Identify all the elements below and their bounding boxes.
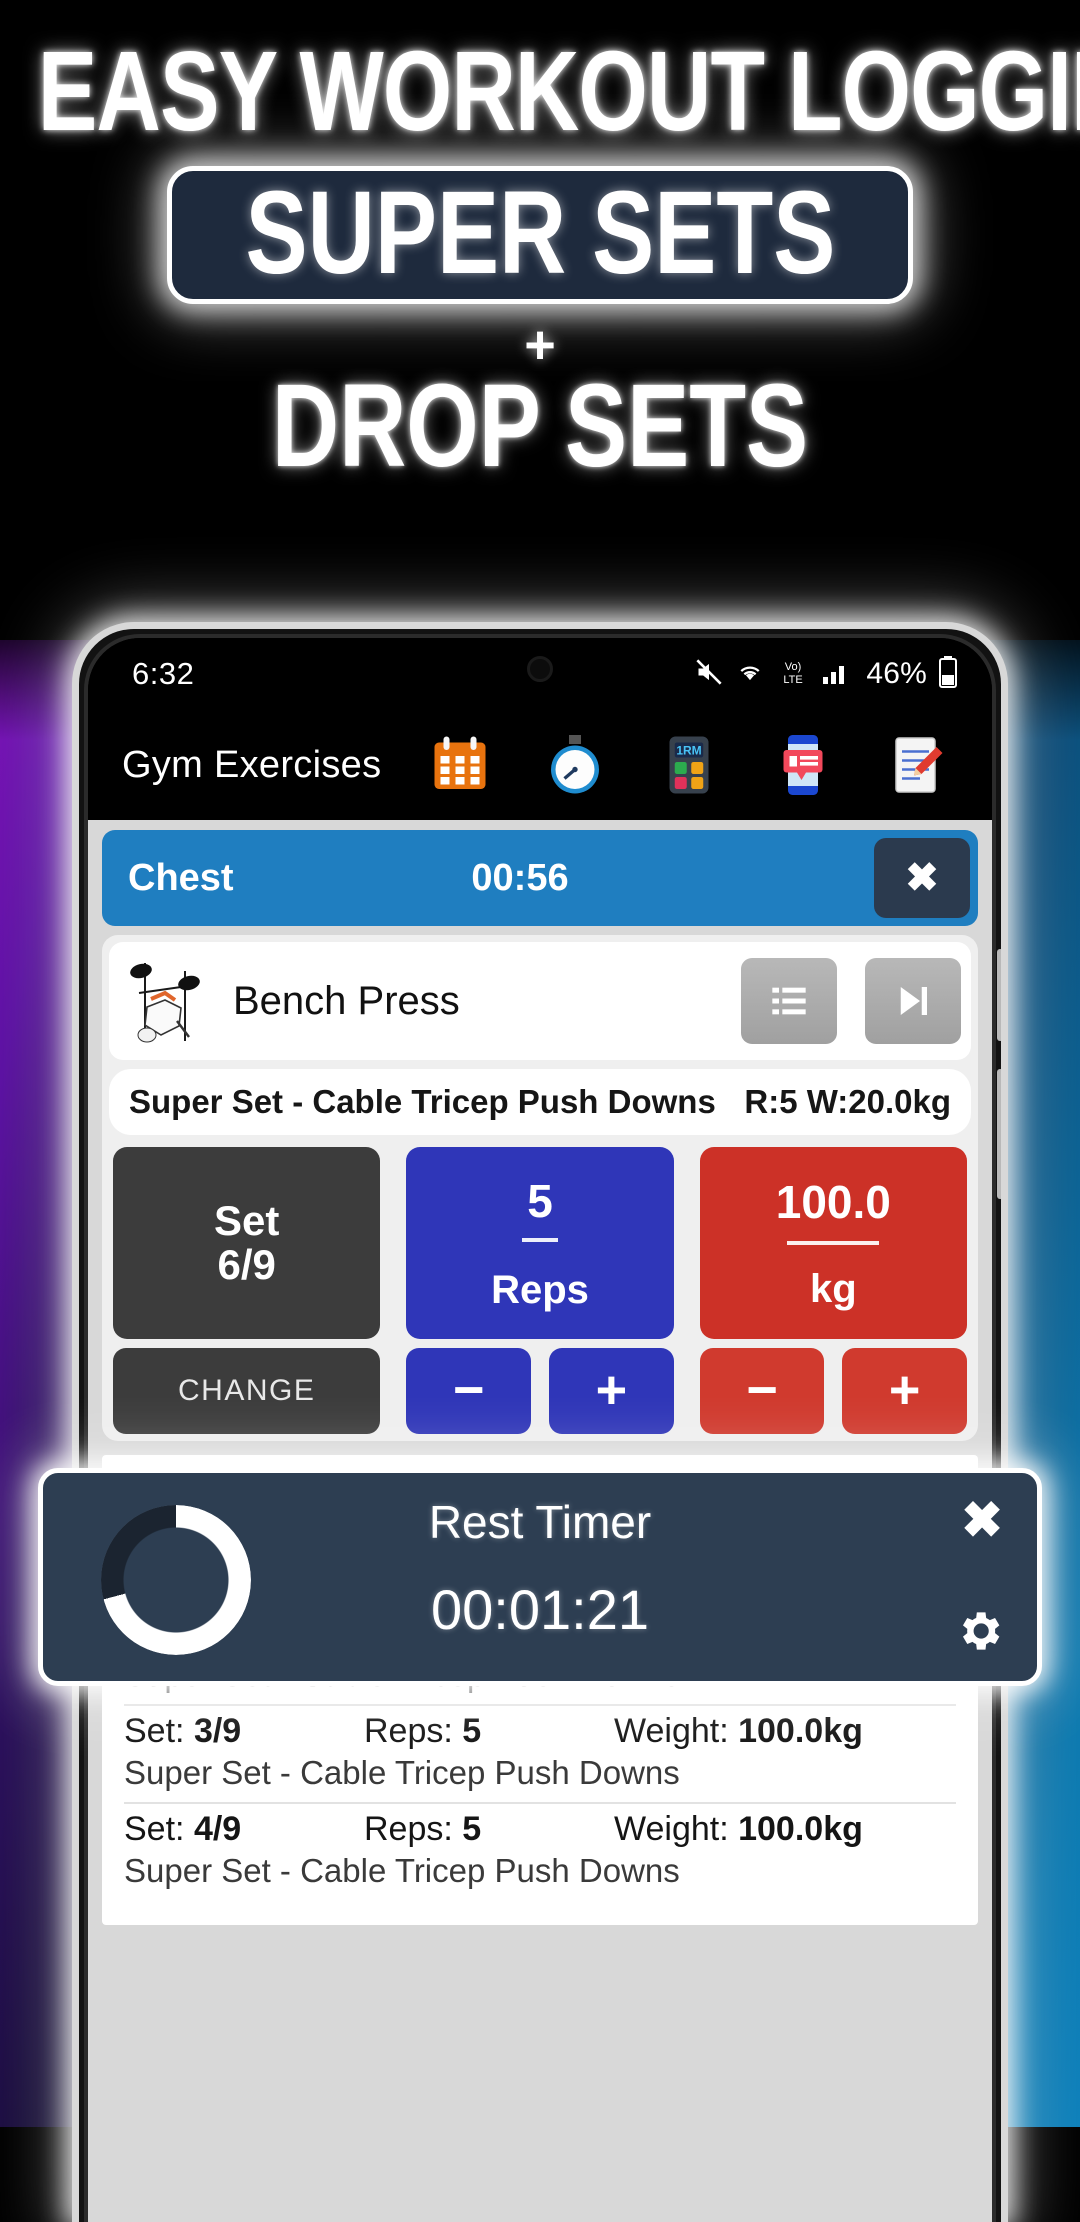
history-row[interactable]: Set: 3/9 Reps: 5 Weight: 100.0kg Super S…: [124, 1706, 956, 1804]
weight-display-button[interactable]: 100.0 kg: [699, 1147, 967, 1339]
promo-subheadline: DROP SETS: [271, 359, 809, 491]
promo-headline: EASY WORKOUT LOGGING: [37, 28, 1080, 155]
rest-timer-time: 00:01:21: [431, 1578, 649, 1641]
set-controls: Set 6/9 CHANGE 5 Reps − + 100.0 kg − +: [109, 1147, 971, 1434]
weight-control-column: 100.0 kg − +: [699, 1147, 967, 1434]
set-control-column: Set 6/9 CHANGE: [113, 1147, 381, 1434]
history-weight-value: 100.0kg: [738, 1712, 863, 1750]
phone-notes-icon[interactable]: [770, 732, 836, 798]
change-set-button[interactable]: CHANGE: [113, 1348, 381, 1434]
notepad-pencil-icon[interactable]: [884, 732, 950, 798]
reps-divider: [521, 1237, 558, 1242]
history-row[interactable]: Set: 4/9 Reps: 5 Weight: 100.0kg Super S…: [124, 1804, 956, 1890]
phone-bezel: 6:32 Vo) LTE 46% Gym Exercises 1RM Chest…: [84, 634, 996, 2222]
history-weight-value: 100.0kg: [738, 1810, 863, 1848]
weight-decrement-button[interactable]: −: [699, 1348, 825, 1434]
status-bar: 6:32 Vo) LTE 46%: [88, 638, 992, 710]
history-set-label: Set:: [124, 1712, 185, 1750]
history-weight-label: Weight:: [614, 1712, 729, 1750]
svg-text:LTE: LTE: [784, 674, 803, 686]
muscle-group-label: Chest: [128, 856, 234, 899]
close-workout-button[interactable]: ✖: [874, 838, 970, 918]
reps-display-button[interactable]: 5 Reps: [406, 1147, 674, 1339]
status-bar-icons: Vo) LTE 46%: [694, 655, 958, 693]
exercise-skip-button[interactable]: [865, 958, 961, 1044]
volte-icon: Vo) LTE: [776, 658, 810, 691]
calendar-icon[interactable]: [427, 732, 493, 798]
status-bar-time: 6:32: [132, 656, 195, 691]
history-reps-cell: Reps: 5: [364, 1712, 614, 1751]
weight-divider: [787, 1240, 880, 1245]
battery-percent-label: 46%: [866, 657, 927, 690]
phone-screen: 6:32 Vo) LTE 46% Gym Exercises 1RM Chest…: [88, 638, 992, 2222]
app-title: Gym Exercises: [122, 743, 382, 786]
weight-sub-row: − +: [699, 1348, 967, 1434]
front-camera-punchhole: [527, 656, 553, 682]
exercise-row[interactable]: Bench Press: [109, 942, 971, 1060]
reps-control-column: 5 Reps − +: [406, 1147, 674, 1434]
history-set-value: 3/9: [193, 1712, 242, 1750]
weight-increment-button[interactable]: +: [842, 1348, 967, 1434]
reps-value: 5: [527, 1174, 553, 1227]
promo-badge: SUPER SETS: [166, 166, 914, 304]
current-exercise-card: Bench Press Super Set - Cable Tricep Pus…: [102, 935, 978, 1441]
exercise-list-button[interactable]: [741, 958, 837, 1044]
history-weight-cell: Weight: 100.0kg: [614, 1810, 956, 1849]
history-reps-label: Reps:: [364, 1712, 453, 1750]
wifi-icon: [735, 658, 765, 691]
rest-timer-overlay[interactable]: Rest Timer 00:01:21 ✖: [38, 1468, 1042, 1686]
reps-sub-row: − +: [406, 1348, 674, 1434]
exercise-thumbnail: [117, 949, 217, 1053]
gear-icon[interactable]: [953, 1605, 1005, 1657]
history-weight-label: Weight:: [614, 1810, 729, 1848]
set-counter-label: Set: [213, 1197, 280, 1245]
history-reps-cell: Reps: 5: [364, 1810, 614, 1849]
app-bar-icon-row: 1RM: [381, 732, 974, 798]
history-set-value: 4/9: [193, 1810, 242, 1848]
app-bar: Gym Exercises 1RM: [88, 710, 992, 820]
history-row-note: Super Set - Cable Tricep Push Downs: [124, 1852, 680, 1889]
history-reps-label: Reps:: [364, 1810, 453, 1848]
svg-text:1RM: 1RM: [676, 744, 701, 758]
promo-badge-label: SUPER SETS: [245, 166, 835, 298]
workout-header-bar[interactable]: Chest 00:56 ✖: [102, 830, 978, 926]
mute-icon: [694, 658, 724, 691]
history-row-note: Super Set - Cable Tricep Push Downs: [124, 1754, 680, 1791]
close-icon[interactable]: ✖: [961, 1495, 1003, 1545]
reps-decrement-button[interactable]: −: [406, 1348, 531, 1434]
signal-bars-icon: [821, 658, 851, 691]
exercise-name: Bench Press: [233, 978, 460, 1023]
history-row-values: Set: 3/9 Reps: 5 Weight: 100.0kg: [124, 1712, 956, 1751]
history-set-label: Set:: [124, 1810, 185, 1848]
phone-side-button-power[interactable]: [997, 1069, 1001, 1199]
set-counter-value: 6/9: [217, 1241, 276, 1288]
history-reps-value: 5: [462, 1712, 482, 1750]
reps-unit-label: Reps: [491, 1267, 589, 1312]
history-weight-cell: Weight: 100.0kg: [614, 1712, 956, 1751]
phone-mockup: 6:32 Vo) LTE 46% Gym Exercises 1RM Chest…: [72, 622, 1008, 2222]
reps-increment-button[interactable]: +: [549, 1348, 674, 1434]
set-sub-row: CHANGE: [113, 1348, 381, 1434]
weight-unit-label: kg: [809, 1266, 857, 1311]
history-row-values: Set: 4/9 Reps: 5 Weight: 100.0kg: [124, 1810, 956, 1849]
promo-headline-block: EASY WORKOUT LOGGING SUPER SETS + DROP S…: [0, 0, 1080, 640]
weight-value: 100.0: [775, 1175, 891, 1228]
one-rep-max-calculator-icon[interactable]: 1RM: [656, 732, 722, 798]
history-set-cell: Set: 3/9: [124, 1712, 364, 1751]
svg-text:Vo): Vo): [785, 661, 802, 673]
rest-timer-title: Rest Timer: [428, 1496, 652, 1548]
super-set-name: Super Set - Cable Tricep Push Downs: [129, 1083, 716, 1120]
set-counter-button[interactable]: Set 6/9: [113, 1147, 381, 1339]
history-reps-value: 5: [462, 1810, 482, 1848]
phone-side-button-volume[interactable]: [997, 949, 1001, 1041]
battery-icon: [938, 655, 958, 693]
super-set-reps-weight: R:5 W:20.0kg: [744, 1083, 951, 1120]
history-set-cell: Set: 4/9: [124, 1810, 364, 1849]
stopwatch-icon[interactable]: [542, 732, 608, 798]
super-set-row[interactable]: Super Set - Cable Tricep Push Downs R:5 …: [109, 1069, 971, 1135]
